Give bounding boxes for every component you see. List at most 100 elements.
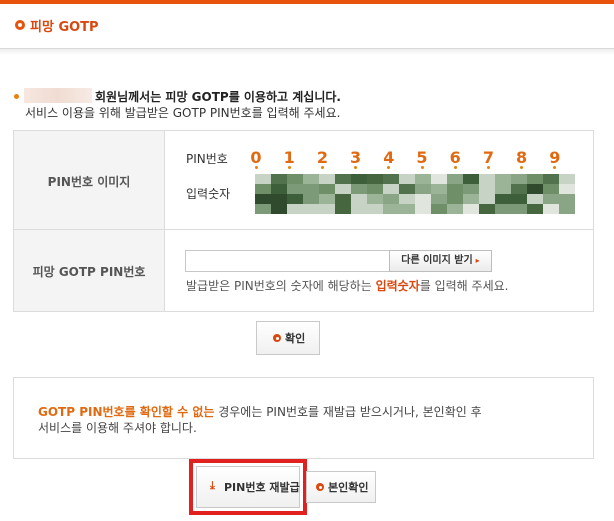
- noise-cell: [463, 204, 479, 214]
- noise-cell: [495, 204, 511, 214]
- noise-cell: [527, 204, 543, 214]
- noise-cell: [271, 194, 287, 204]
- noise-cell: [335, 184, 351, 194]
- header-shadow: [0, 49, 614, 55]
- noise-cell: [319, 184, 335, 194]
- noise-cell: [351, 184, 367, 194]
- hint-prefix: 발급받은 PIN번호의 숫자에 해당하는: [186, 279, 376, 293]
- digit-dot: [553, 166, 557, 169]
- noise-cell: [543, 184, 559, 194]
- noise-cell: [255, 194, 271, 204]
- noise-cell: [463, 174, 479, 184]
- pin-digit: 1: [283, 148, 295, 167]
- noise-cell: [559, 204, 575, 214]
- noise-cell: [287, 184, 303, 194]
- noise-cell: [463, 184, 479, 194]
- blurred-username: [24, 88, 92, 103]
- confirm-label: 확인: [285, 332, 306, 345]
- confirm-button[interactable]: 확인: [256, 321, 320, 355]
- noise-cell: [511, 204, 527, 214]
- noise-cell: [303, 184, 319, 194]
- noise-cell: [431, 194, 447, 204]
- notice-description: 서비스 이용을 위해 발급받은 GOTP PIN번호를 입력해 주세요.: [25, 106, 341, 120]
- noise-cell: [415, 184, 431, 194]
- noise-cell: [383, 174, 399, 184]
- noise-cell: [335, 174, 351, 184]
- identity-verify-button[interactable]: 본인확인: [306, 471, 376, 503]
- confirm-icon: [273, 334, 281, 342]
- noise-cell: [479, 204, 495, 214]
- pin-digit: 7: [482, 148, 494, 167]
- noise-cell: [527, 184, 543, 194]
- noise-cell: [559, 174, 575, 184]
- info-rest: 경우에는 PIN번호를 재발급 받으시거나, 본인확인 후: [214, 405, 482, 419]
- pin-row-label: PIN번호: [186, 152, 228, 166]
- pin-hint: 발급받은 PIN번호의 숫자에 해당하는 입력숫자를 입력해 주세요.: [186, 277, 508, 294]
- noise-cell: [351, 204, 367, 214]
- noise-cell: [511, 174, 527, 184]
- page-header: 피망 GOTP: [0, 4, 614, 49]
- identity-label: 본인확인: [328, 481, 369, 494]
- digit-dot: [486, 166, 490, 169]
- notice-title: 회원님께서는 피망 GOTP를 이용하고 계십니다.: [95, 90, 341, 104]
- other-image-button[interactable]: 다른 이미지 받기 ▸: [389, 250, 492, 272]
- noise-cell: [479, 194, 495, 204]
- noise-cell: [431, 184, 447, 194]
- arrow-right-icon: ▸: [475, 256, 480, 265]
- noise-cell: [367, 184, 383, 194]
- bullet-icon: [14, 94, 19, 99]
- digit-dot: [420, 166, 424, 169]
- noise-cell: [495, 194, 511, 204]
- page-title: 피망 GOTP: [30, 20, 99, 35]
- noise-cell: [559, 184, 575, 194]
- digit-dot: [520, 166, 524, 169]
- noise-cell: [255, 204, 271, 214]
- noise-cell: [303, 194, 319, 204]
- noise-cell: [511, 194, 527, 204]
- pin-input[interactable]: [185, 250, 390, 272]
- hint-emphasis: 입력숫자: [375, 279, 420, 293]
- noise-cell: [479, 174, 495, 184]
- pin-digit: 9: [549, 148, 561, 167]
- info-text-line2: 서비스를 이용해 주셔야 합니다.: [38, 421, 197, 435]
- hint-suffix: 를 입력해 주세요.: [419, 279, 509, 293]
- noise-cell: [399, 184, 415, 194]
- noise-cell: [447, 174, 463, 184]
- noise-cell: [383, 204, 399, 214]
- noise-cell: [351, 174, 367, 184]
- noise-cell: [335, 194, 351, 204]
- noise-cell: [495, 184, 511, 194]
- noise-cell: [399, 194, 415, 204]
- row-divider: [14, 229, 593, 230]
- noise-cell: [399, 174, 415, 184]
- noise-cell: [271, 184, 287, 194]
- noise-cell: [303, 174, 319, 184]
- other-image-label: 다른 이미지 받기: [401, 255, 473, 266]
- pin-code-image: [255, 174, 575, 214]
- digit-dot: [354, 166, 358, 169]
- noise-cell: [383, 194, 399, 204]
- noise-cell: [351, 194, 367, 204]
- noise-cell: [415, 204, 431, 214]
- noise-cell: [255, 174, 271, 184]
- identity-icon: [316, 483, 324, 491]
- noise-cell: [447, 204, 463, 214]
- pin-digit: 3: [350, 148, 362, 167]
- noise-cell: [463, 194, 479, 204]
- noise-cell: [319, 204, 335, 214]
- highlight-box: [189, 459, 307, 515]
- pin-digit: 8: [516, 148, 528, 167]
- digit-dot: [287, 166, 291, 169]
- noise-cell: [559, 194, 575, 204]
- noise-cell: [255, 184, 271, 194]
- noise-cell: [367, 204, 383, 214]
- noise-cell: [543, 194, 559, 204]
- pin-image-label: PIN번호 이미지: [47, 175, 131, 189]
- noise-cell: [447, 184, 463, 194]
- noise-cell: [367, 174, 383, 184]
- digit-dot: [320, 166, 324, 169]
- noise-cell: [527, 174, 543, 184]
- pin-table: PIN번호 이미지 피망 GOTP PIN번호 PIN번호 입력숫자 0 1 2 3 4…: [13, 130, 594, 312]
- info-emphasis: GOTP PIN번호를 확인할 수 없는: [38, 405, 215, 419]
- noise-cell: [543, 174, 559, 184]
